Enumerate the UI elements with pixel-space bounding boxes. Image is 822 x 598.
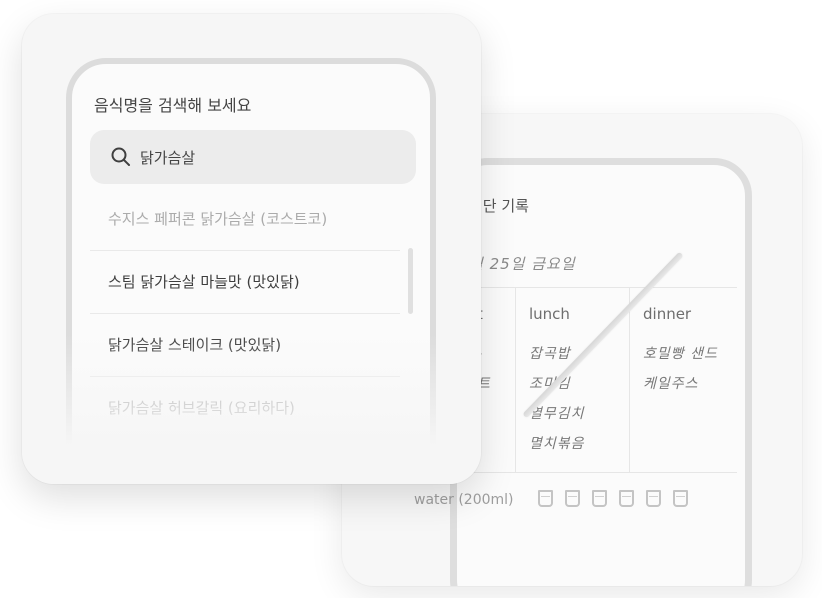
record-date: 월 25일 금요일 — [469, 255, 576, 273]
search-phone-frame: 음식명을 검색해 보세요 수지스 페퍼콘 닭가슴살 (코스트코) 스팀 닭가슴살… — [66, 58, 436, 484]
water-cups — [538, 490, 688, 507]
table-divider — [457, 472, 737, 473]
search-input[interactable] — [140, 130, 400, 184]
water-cup-icon[interactable] — [646, 490, 661, 507]
meal-table: t - 트 lunch 잡곡밥 조미김 열무김치 멸치볶음 dinner 호밀빵… — [457, 287, 745, 473]
search-result-item[interactable]: 닭가슴살 스테이크 (맛있닭) — [90, 314, 400, 377]
water-cup-icon[interactable] — [673, 490, 688, 507]
search-result-item[interactable]: 수지스 페퍼콘 닭가슴살 (코스트코) — [90, 188, 400, 251]
meal-item: 멸치볶음 — [529, 436, 585, 452]
food-search-card: 음식명을 검색해 보세요 수지스 페퍼콘 닭가슴살 (코스트코) 스팀 닭가슴살… — [22, 14, 481, 484]
search-results-list: 수지스 페퍼콘 닭가슴살 (코스트코) 스팀 닭가슴살 마늘맛 (맛있닭) 닭가… — [90, 188, 400, 439]
results-scrollbar[interactable] — [408, 248, 413, 314]
record-phone-frame: 식단 기록 월 25일 금요일 t - 트 lunch 잡곡밥 조미김 열무김치… — [450, 158, 752, 586]
table-divider — [629, 287, 630, 473]
meal-head-lunch: lunch — [529, 305, 570, 323]
search-prompt: 음식명을 검색해 보세요 — [94, 96, 252, 115]
meal-item: 케일주스 — [643, 376, 699, 392]
search-result-item[interactable]: 닭가슴살 허브갈릭 (요리하다) — [90, 377, 400, 439]
table-divider — [457, 287, 737, 288]
water-cup-icon[interactable] — [619, 490, 634, 507]
search-box[interactable] — [90, 130, 416, 184]
meal-item: 호밀빵 샌드 — [643, 346, 718, 362]
table-divider — [515, 287, 516, 473]
water-cup-icon[interactable] — [592, 490, 607, 507]
water-cup-icon[interactable] — [538, 490, 553, 507]
search-result-item[interactable]: 스팀 닭가슴살 마늘맛 (맛있닭) — [90, 251, 400, 314]
water-cup-icon[interactable] — [565, 490, 580, 507]
water-label: water (200ml) — [414, 492, 514, 508]
search-icon — [111, 147, 130, 166]
meal-item: 열무김치 — [529, 406, 585, 422]
meal-head-dinner: dinner — [643, 305, 692, 323]
meal-items-dinner: 호밀빵 샌드 케일주스 — [643, 343, 718, 403]
